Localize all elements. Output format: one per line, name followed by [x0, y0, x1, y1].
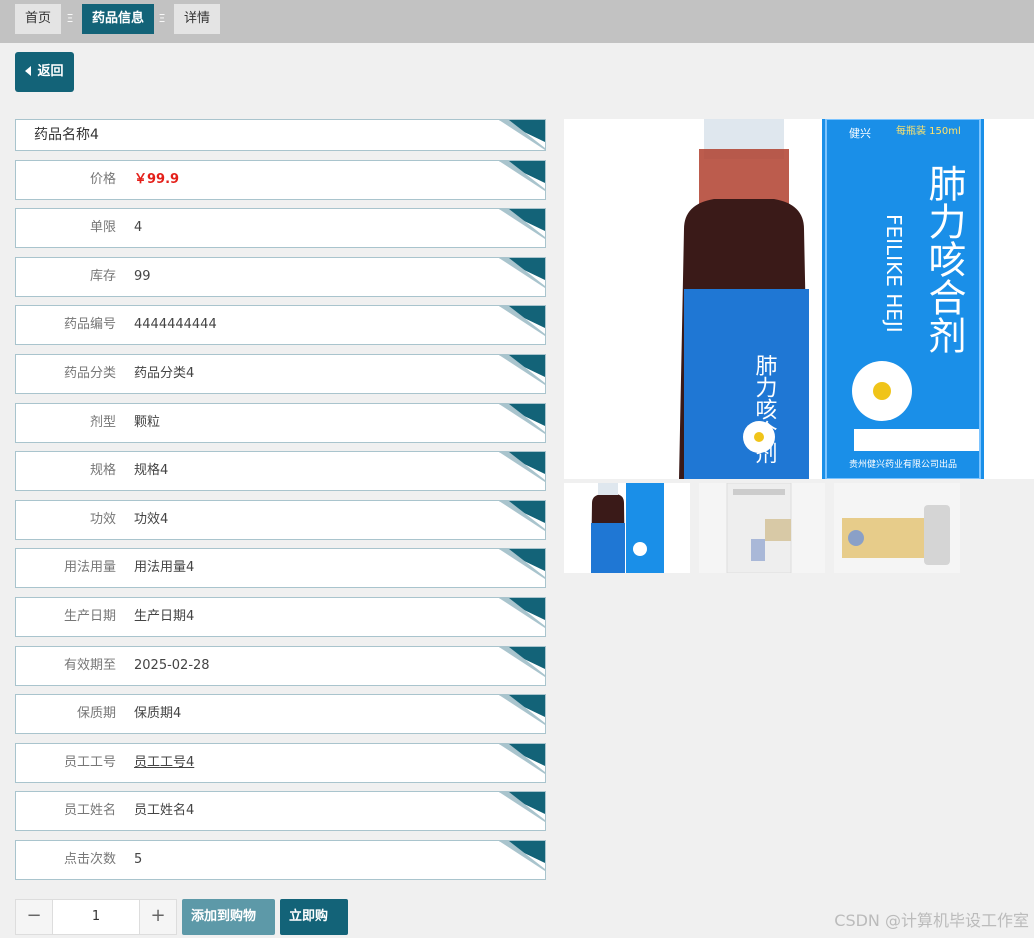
breadcrumb-drug-info[interactable]: 药品信息 — [82, 4, 155, 34]
watermark: CSDN @计算机毕设工作室 — [834, 911, 1029, 930]
box-capacity-text: 每瓶装 150ml — [896, 124, 961, 137]
box-name-text: 肺力咳合剂 — [922, 164, 966, 354]
field-row: 价格 ￥99.9 — [15, 159, 546, 200]
box-brand-text: 健兴 — [849, 127, 871, 140]
field-row: 生产日期 生产日期4 — [15, 596, 546, 637]
quantity-stepper: − 1 + — [15, 899, 177, 935]
increase-button[interactable]: + — [140, 900, 176, 934]
drug-info-list: 药品名称4 价格 ￥99.9 单限 4 库存 99 药品编号 4444444444 药品分类 药品… — [15, 119, 546, 889]
field-value: 5 — [134, 851, 143, 867]
field-row: 用法用量 用法用量4 — [15, 548, 546, 589]
field-row: 规格 规格4 — [15, 451, 546, 492]
corner-decoration-icon — [499, 209, 545, 240]
field-value: 功效4 — [134, 511, 169, 527]
corner-decoration-icon — [499, 160, 545, 191]
field-value: 生产日期4 — [134, 608, 195, 624]
box-maker-text: 贵州健兴药业有限公司出品 — [849, 458, 957, 470]
field-label: 点击次数 — [63, 851, 116, 867]
field-label: 单限 — [89, 220, 116, 236]
buy-now-button[interactable]: 立即购买 — [280, 899, 348, 935]
breadcrumb-separator: Ξ — [66, 12, 74, 25]
field-value: 2025-02-28 — [134, 657, 210, 673]
field-row: 药品分类 药品分类4 — [15, 353, 546, 394]
corner-decoration-icon — [499, 306, 545, 337]
back-label: 返回 — [37, 64, 64, 79]
breadcrumb-detail: 详情 — [174, 4, 221, 34]
product-main-image: 肺力咳合剂 健兴 每瓶装 150ml 肺力咳合剂 FEILIKE HEJI 贵州… — [564, 119, 1034, 479]
field-row: 库存 99 — [15, 256, 546, 297]
decrease-button[interactable]: − — [16, 900, 52, 934]
thumbnail-3[interactable] — [834, 483, 960, 573]
field-label: 生产日期 — [63, 608, 116, 624]
field-value: 99 — [134, 268, 151, 284]
breadcrumb-home[interactable]: 首页 — [15, 4, 62, 34]
field-label: 员工工号 — [63, 754, 116, 770]
field-label: 价格 — [89, 171, 116, 187]
field-row: 功效 功效4 — [15, 499, 546, 540]
corner-decoration-icon — [499, 597, 545, 628]
field-value-link[interactable]: 员工工号4 — [134, 744, 194, 782]
field-row: 点击次数 5 — [15, 839, 546, 880]
field-label: 规格 — [89, 463, 116, 479]
corner-decoration-icon — [499, 743, 545, 774]
field-value: 用法用量4 — [134, 560, 195, 576]
field-row: 员工姓名 员工姓名4 — [15, 791, 546, 832]
box-pinyin-text: FEILIKE HEJI — [882, 214, 906, 333]
field-label: 保质期 — [76, 706, 116, 722]
corner-decoration-icon — [499, 646, 545, 677]
field-label: 库存 — [89, 268, 116, 284]
corner-decoration-icon — [499, 354, 545, 385]
field-value: 药品分类4 — [134, 365, 195, 381]
corner-decoration-icon — [499, 549, 545, 580]
field-value: 4 — [134, 220, 143, 236]
field-value: 保质期4 — [134, 706, 182, 722]
corner-decoration-icon — [499, 695, 545, 726]
quantity-input[interactable]: 1 — [52, 900, 140, 934]
corner-decoration-icon — [499, 452, 545, 483]
breadcrumb-bar: 首页 Ξ 药品信息 Ξ 详情 — [0, 0, 1034, 43]
field-row: 剂型 颗粒 — [15, 402, 546, 443]
back-button[interactable]: 返回 — [15, 52, 74, 92]
field-row: 保质期 保质期4 — [15, 694, 546, 735]
drug-name-row: 药品名称4 — [15, 119, 546, 151]
field-label: 用法用量 — [63, 560, 116, 576]
corner-decoration-icon — [499, 257, 545, 288]
field-value: ￥99.9 — [134, 171, 180, 187]
field-label: 药品分类 — [63, 365, 116, 381]
field-label: 剂型 — [89, 414, 116, 430]
field-row: 员工工号 员工工号4 — [15, 742, 546, 783]
corner-decoration-icon — [499, 500, 545, 531]
add-to-cart-button[interactable]: 添加到购物车 — [182, 899, 275, 935]
breadcrumb-separator: Ξ — [158, 12, 166, 25]
corner-decoration-icon — [499, 403, 545, 434]
field-row: 单限 4 — [15, 208, 546, 249]
field-value: 颗粒 — [134, 414, 161, 430]
field-value: 规格4 — [134, 463, 169, 479]
drug-name: 药品名称4 — [34, 127, 99, 143]
field-label: 员工姓名 — [63, 803, 116, 819]
field-value: 4444444444 — [134, 317, 217, 333]
corner-decoration-icon — [499, 840, 545, 871]
field-row: 有效期至 2025-02-28 — [15, 645, 546, 686]
field-value: 员工姓名4 — [134, 803, 195, 819]
field-label: 功效 — [89, 511, 116, 527]
field-label: 药品编号 — [63, 317, 116, 333]
field-row: 药品编号 4444444444 — [15, 305, 546, 346]
corner-decoration-icon — [499, 120, 545, 150]
thumbnail-1[interactable] — [564, 483, 690, 573]
corner-decoration-icon — [499, 792, 545, 823]
caret-left-icon — [25, 66, 32, 76]
thumbnail-2[interactable] — [699, 483, 825, 573]
field-label: 有效期至 — [63, 657, 116, 673]
